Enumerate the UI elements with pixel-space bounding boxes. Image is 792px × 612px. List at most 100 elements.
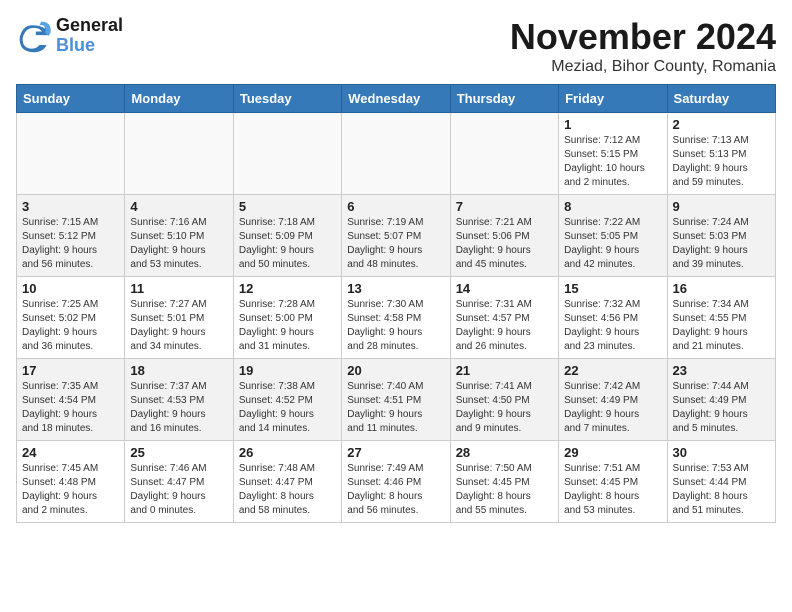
header-row: Sunday Monday Tuesday Wednesday Thursday… (17, 85, 776, 113)
day-number: 23 (673, 363, 770, 378)
day-number: 9 (673, 199, 770, 214)
location: Meziad, Bihor County, Romania (510, 58, 776, 76)
col-sunday: Sunday (17, 85, 125, 113)
calendar-week-1: 1 Sunrise: 7:12 AM Sunset: 5:15 PM Daylig… (17, 113, 776, 195)
day-number: 19 (239, 363, 336, 378)
table-row (342, 113, 450, 195)
day-number: 22 (564, 363, 661, 378)
col-friday: Friday (559, 85, 667, 113)
table-row (233, 113, 341, 195)
calendar-week-2: 3Sunrise: 7:15 AM Sunset: 5:12 PM Daylig… (17, 195, 776, 277)
day-number: 14 (456, 281, 553, 296)
day-info: Sunrise: 7:46 AM Sunset: 4:47 PM Dayligh… (130, 462, 227, 518)
day-number: 4 (130, 199, 227, 214)
day-number: 6 (347, 199, 444, 214)
day-number: 8 (564, 199, 661, 214)
day-info: Sunrise: 7:50 AM Sunset: 4:45 PM Dayligh… (456, 462, 553, 518)
day-number: 30 (673, 445, 770, 460)
table-row: 22 Sunrise: 7:42 AM Sunset: 4:49 PM Dayli… (559, 359, 667, 441)
table-row: 3Sunrise: 7:15 AM Sunset: 5:12 PM Daylig… (17, 195, 125, 277)
table-row: 24 Sunrise: 7:45 AM Sunset: 4:48 PM Dayli… (17, 441, 125, 523)
day-info: Sunrise: 7:45 AM Sunset: 4:48 PM Dayligh… (22, 462, 119, 518)
day-info: Sunrise: 7:27 AM Sunset: 5:01 PM Dayligh… (130, 298, 227, 354)
table-row: 8Sunrise: 7:22 AM Sunset: 5:05 PM Daylig… (559, 195, 667, 277)
day-info: Sunrise: 7:48 AM Sunset: 4:47 PM Dayligh… (239, 462, 336, 518)
day-number: 10 (22, 281, 119, 296)
col-saturday: Saturday (667, 85, 775, 113)
logo-icon (16, 18, 52, 54)
header: General Blue November 2024 Meziad, Bihor… (16, 16, 776, 76)
day-number: 16 (673, 281, 770, 296)
day-info: Sunrise: 7:51 AM Sunset: 4:45 PM Dayligh… (564, 462, 661, 518)
day-info: Sunrise: 7:37 AM Sunset: 4:53 PM Dayligh… (130, 380, 227, 436)
table-row: 30 Sunrise: 7:53 AM Sunset: 4:44 PM Dayli… (667, 441, 775, 523)
day-info: Sunrise: 7:34 AM Sunset: 4:55 PM Dayligh… (673, 298, 770, 354)
table-row: 10 Sunrise: 7:25 AM Sunset: 5:02 PM Dayli… (17, 277, 125, 359)
day-info: Sunrise: 7:12 AM Sunset: 5:15 PM Dayligh… (564, 134, 661, 190)
day-number: 13 (347, 281, 444, 296)
day-info: Sunrise: 7:16 AM Sunset: 5:10 PM Dayligh… (130, 216, 227, 272)
table-row: 18 Sunrise: 7:37 AM Sunset: 4:53 PM Dayli… (125, 359, 233, 441)
day-number: 25 (130, 445, 227, 460)
table-row (125, 113, 233, 195)
day-info: Sunrise: 7:53 AM Sunset: 4:44 PM Dayligh… (673, 462, 770, 518)
table-row: 5Sunrise: 7:18 AM Sunset: 5:09 PM Daylig… (233, 195, 341, 277)
col-thursday: Thursday (450, 85, 558, 113)
table-row: 12 Sunrise: 7:28 AM Sunset: 5:00 PM Dayli… (233, 277, 341, 359)
day-number: 21 (456, 363, 553, 378)
day-number: 1 (564, 117, 661, 132)
table-row: 16 Sunrise: 7:34 AM Sunset: 4:55 PM Dayli… (667, 277, 775, 359)
day-info: Sunrise: 7:24 AM Sunset: 5:03 PM Dayligh… (673, 216, 770, 272)
logo-blue: Blue (56, 36, 123, 56)
day-info: Sunrise: 7:21 AM Sunset: 5:06 PM Dayligh… (456, 216, 553, 272)
day-info: Sunrise: 7:25 AM Sunset: 5:02 PM Dayligh… (22, 298, 119, 354)
col-tuesday: Tuesday (233, 85, 341, 113)
day-info: Sunrise: 7:18 AM Sunset: 5:09 PM Dayligh… (239, 216, 336, 272)
day-number: 17 (22, 363, 119, 378)
logo-text: General Blue (56, 16, 123, 56)
day-number: 11 (130, 281, 227, 296)
table-row: 20Sunrise: 7:40 AM Sunset: 4:51 PM Dayli… (342, 359, 450, 441)
day-info: Sunrise: 7:28 AM Sunset: 5:00 PM Dayligh… (239, 298, 336, 354)
table-row (17, 113, 125, 195)
day-number: 18 (130, 363, 227, 378)
table-row (450, 113, 558, 195)
table-row: 2 Sunrise: 7:13 AM Sunset: 5:13 PM Daylig… (667, 113, 775, 195)
day-info: Sunrise: 7:32 AM Sunset: 4:56 PM Dayligh… (564, 298, 661, 354)
day-info: Sunrise: 7:44 AM Sunset: 4:49 PM Dayligh… (673, 380, 770, 436)
table-row: 1 Sunrise: 7:12 AM Sunset: 5:15 PM Daylig… (559, 113, 667, 195)
day-info: Sunrise: 7:13 AM Sunset: 5:13 PM Dayligh… (673, 134, 770, 190)
table-row: 4 Sunrise: 7:16 AM Sunset: 5:10 PM Daylig… (125, 195, 233, 277)
title-block: November 2024 Meziad, Bihor County, Roma… (510, 16, 776, 76)
day-number: 24 (22, 445, 119, 460)
table-row: 14Sunrise: 7:31 AM Sunset: 4:57 PM Dayli… (450, 277, 558, 359)
table-row: 27 Sunrise: 7:49 AM Sunset: 4:46 PM Dayli… (342, 441, 450, 523)
day-number: 27 (347, 445, 444, 460)
day-number: 15 (564, 281, 661, 296)
table-row: 11 Sunrise: 7:27 AM Sunset: 5:01 PM Dayli… (125, 277, 233, 359)
day-info: Sunrise: 7:41 AM Sunset: 4:50 PM Dayligh… (456, 380, 553, 436)
day-number: 2 (673, 117, 770, 132)
day-info: Sunrise: 7:49 AM Sunset: 4:46 PM Dayligh… (347, 462, 444, 518)
logo: General Blue (16, 16, 123, 56)
table-row: 17 Sunrise: 7:35 AM Sunset: 4:54 PM Dayli… (17, 359, 125, 441)
col-wednesday: Wednesday (342, 85, 450, 113)
logo-general: General (56, 16, 123, 36)
calendar: Sunday Monday Tuesday Wednesday Thursday… (16, 84, 776, 523)
main-container: General Blue November 2024 Meziad, Bihor… (0, 0, 792, 533)
table-row: 7Sunrise: 7:21 AM Sunset: 5:06 PM Daylig… (450, 195, 558, 277)
table-row: 21 Sunrise: 7:41 AM Sunset: 4:50 PM Dayli… (450, 359, 558, 441)
day-info: Sunrise: 7:38 AM Sunset: 4:52 PM Dayligh… (239, 380, 336, 436)
day-number: 3 (22, 199, 119, 214)
table-row: 15 Sunrise: 7:32 AM Sunset: 4:56 PM Dayli… (559, 277, 667, 359)
col-monday: Monday (125, 85, 233, 113)
calendar-week-4: 17 Sunrise: 7:35 AM Sunset: 4:54 PM Dayli… (17, 359, 776, 441)
day-info: Sunrise: 7:35 AM Sunset: 4:54 PM Dayligh… (22, 380, 119, 436)
day-number: 12 (239, 281, 336, 296)
table-row: 29Sunrise: 7:51 AM Sunset: 4:45 PM Dayli… (559, 441, 667, 523)
table-row: 28Sunrise: 7:50 AM Sunset: 4:45 PM Dayli… (450, 441, 558, 523)
day-number: 20 (347, 363, 444, 378)
day-number: 26 (239, 445, 336, 460)
day-info: Sunrise: 7:42 AM Sunset: 4:49 PM Dayligh… (564, 380, 661, 436)
month-title: November 2024 (510, 16, 776, 58)
